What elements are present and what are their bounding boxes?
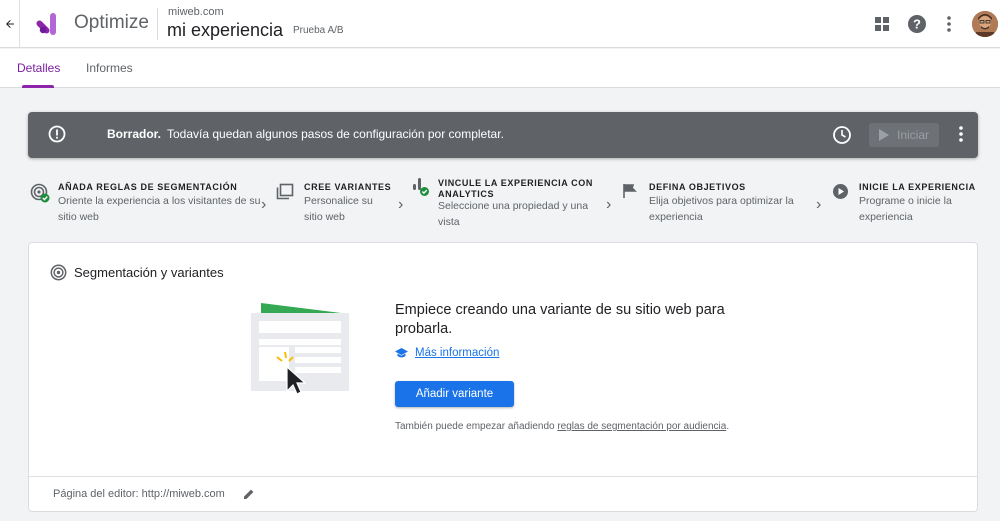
chevron-right-icon: › (606, 196, 612, 213)
chevron-right-icon: › (816, 196, 822, 213)
target-icon (50, 264, 67, 281)
step-title: AÑADA REGLAS DE SEGMENTACIÓN (58, 182, 238, 192)
start-button[interactable]: Iniciar (869, 123, 939, 147)
apps-button[interactable] (870, 12, 894, 36)
help-icon: ? (908, 15, 926, 33)
play-circle-icon (833, 184, 848, 199)
header-divider (157, 8, 158, 40)
top-bar: Optimize miweb.com mi experiencia Prueba… (0, 0, 1000, 48)
back-button[interactable] (0, 0, 20, 48)
edit-pencil-icon[interactable] (243, 488, 255, 500)
play-icon (879, 129, 889, 141)
schedule-icon[interactable] (832, 125, 852, 145)
alert-circle-icon (48, 125, 66, 143)
experience-type: Prueba A/B (293, 25, 344, 36)
tab-informes[interactable]: Informes (86, 61, 133, 75)
optimize-logo[interactable] (36, 11, 62, 37)
chevron-right-icon: › (261, 196, 267, 213)
flag-icon (623, 184, 637, 198)
start-button-label: Iniciar (897, 128, 930, 142)
alt-prefix: También puede empezar añadiendo (395, 421, 558, 432)
segmentation-variants-card: Segmentación y variantes Empiece creando… (28, 242, 978, 512)
card-divider (29, 476, 977, 477)
step-title: CREE VARIANTES (304, 182, 392, 192)
add-variant-button[interactable]: Añadir variante (395, 381, 514, 407)
step-desc: Oriente la experiencia a los visitantes … (58, 195, 261, 223)
variants-icon (276, 183, 294, 200)
tab-bar: Detalles Informes (0, 49, 1000, 88)
audience-rules-link[interactable]: reglas de segmentación por audiencia (557, 421, 726, 432)
editor-page-url: Página del editor: http://miweb.com (53, 488, 225, 500)
more-info-label: Más información (415, 347, 500, 359)
banner-message: Todavía quedan algunos pasos de configur… (167, 127, 504, 141)
step-desc: Elija objetivos para optimizar la experi… (649, 195, 794, 223)
draft-banner: Borrador. Todavía quedan algunos pasos d… (28, 112, 978, 158)
more-vert-icon (947, 16, 951, 32)
alternative-hint: También puede empezar añadiendo reglas d… (395, 421, 729, 432)
tab-detalles[interactable]: Detalles (17, 61, 60, 75)
svg-text:?: ? (913, 17, 921, 32)
apps-grid-icon (875, 17, 889, 31)
variant-illustration (251, 303, 349, 395)
site-name: miweb.com (168, 6, 224, 18)
experience-name[interactable]: mi experiencia (167, 20, 283, 41)
step-desc: Personalice su sitio web (304, 195, 373, 223)
help-button[interactable]: ? (905, 12, 929, 36)
more-menu-button[interactable] (937, 12, 961, 36)
step-title: VINCULE LA EXPERIENCIA CON ANALYTICS (438, 178, 593, 199)
cta-title: Empiece creando una variante de su sitio… (395, 302, 725, 337)
step-desc: Seleccione una propiedad y una vista (438, 200, 589, 228)
card-title: Segmentación y variantes (74, 265, 224, 280)
app-name: Optimize (74, 12, 149, 33)
more-info-link[interactable]: Más información (395, 347, 499, 359)
analytics-check-icon (413, 178, 429, 196)
avatar[interactable] (972, 11, 998, 37)
step-title: DEFINA OBJETIVOS (649, 182, 746, 192)
school-icon (395, 347, 408, 357)
target-check-icon (30, 183, 50, 203)
arrow-back-icon (5, 20, 14, 28)
chevron-right-icon: › (398, 196, 404, 213)
banner-more-vert-icon[interactable] (958, 125, 964, 143)
alt-suffix: . (726, 421, 730, 432)
step-desc: Programe o inicie la experiencia (859, 195, 952, 223)
active-tab-indicator (22, 85, 54, 88)
banner-title: Borrador. (107, 127, 162, 141)
step-title: INICIE LA EXPERIENCIA (859, 182, 976, 192)
